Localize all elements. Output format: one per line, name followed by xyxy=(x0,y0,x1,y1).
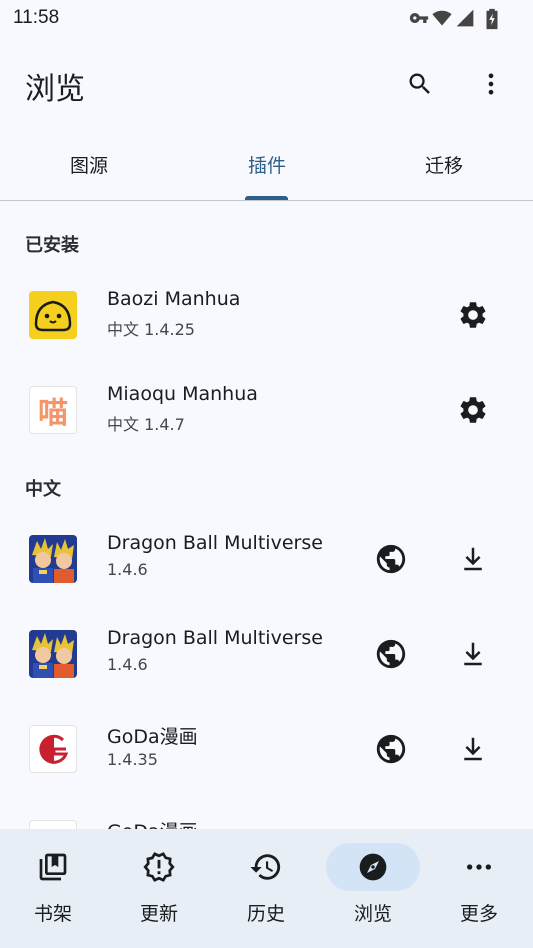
extension-name: Baozi Manhua xyxy=(107,288,241,310)
extension-name: GoDa漫画 xyxy=(107,726,198,748)
search-button[interactable] xyxy=(400,64,440,104)
goda-logo-icon xyxy=(29,725,77,773)
nav-browse[interactable]: 浏览 xyxy=(320,829,426,948)
download-icon xyxy=(464,737,482,761)
open-website-button[interactable] xyxy=(371,539,411,579)
section-header-installed: 已安装 xyxy=(25,235,79,256)
tab-sources[interactable]: 图源 xyxy=(0,128,178,200)
vpn-key-icon xyxy=(409,13,429,23)
miaoqu-logo-text: 喵 xyxy=(38,396,68,431)
dragon-ball-logo-icon xyxy=(29,630,77,678)
settings-icon xyxy=(460,302,486,328)
nav-indicator xyxy=(326,843,420,891)
wifi-icon xyxy=(432,10,452,26)
section-header-chinese: 中文 xyxy=(25,479,61,500)
battery-charging-icon xyxy=(486,8,498,30)
more-vert-icon xyxy=(488,73,494,95)
extension-name: Miaoqu Manhua xyxy=(107,383,258,405)
extension-row-dragon-ball-2[interactable]: Dragon Ball Multiverse 1.4.6 xyxy=(0,607,533,701)
top-app-bar: 浏览 xyxy=(0,36,533,128)
settings-icon xyxy=(460,397,486,423)
nav-indicator xyxy=(219,843,313,891)
tab-migrate[interactable]: 迁移 xyxy=(355,128,533,200)
nav-more[interactable]: 更多 xyxy=(426,829,532,948)
nav-label: 浏览 xyxy=(353,903,392,925)
tab-extensions[interactable]: 插件 xyxy=(178,128,356,200)
extension-row-goda-1[interactable]: GoDa漫画 1.4.35 xyxy=(0,702,533,796)
status-time: 11:58 xyxy=(13,7,60,28)
miaoqu-logo-icon: 喵 xyxy=(29,386,77,434)
extension-name: Dragon Ball Multiverse xyxy=(107,532,323,554)
explore-icon xyxy=(359,853,387,881)
extension-meta: 1.4.6 xyxy=(107,560,148,579)
globe-icon xyxy=(376,639,406,669)
nav-indicator xyxy=(432,843,526,891)
settings-button[interactable] xyxy=(453,390,493,430)
download-icon xyxy=(464,547,482,571)
nav-indicator xyxy=(112,843,206,891)
search-icon xyxy=(409,73,430,94)
nav-library[interactable]: 书架 xyxy=(0,829,106,948)
cell-signal-icon xyxy=(456,9,474,27)
extension-meta: 中文 1.4.25 xyxy=(107,320,195,339)
page-title: 浏览 xyxy=(25,72,85,107)
globe-icon xyxy=(376,544,406,574)
dragon-ball-logo-icon xyxy=(29,535,77,583)
download-button[interactable] xyxy=(453,729,493,769)
nav-history[interactable]: 历史 xyxy=(213,829,319,948)
nav-label: 更多 xyxy=(459,903,498,925)
nav-indicator xyxy=(6,843,100,891)
extension-meta: 中文 1.4.7 xyxy=(107,415,185,434)
extension-meta: 1.4.35 xyxy=(107,750,158,769)
download-button[interactable] xyxy=(453,539,493,579)
nav-label: 书架 xyxy=(33,903,72,925)
globe-icon xyxy=(376,734,406,764)
download-icon xyxy=(464,642,482,666)
download-button[interactable] xyxy=(453,634,493,674)
bottom-navigation: 书架 更新 历史 浏览 更多 xyxy=(0,829,533,948)
open-website-button[interactable] xyxy=(371,634,411,674)
library-icon xyxy=(39,853,67,881)
extension-meta: 1.4.6 xyxy=(107,655,148,674)
baozi-logo-icon xyxy=(29,291,77,339)
status-bar: 11:58 xyxy=(0,0,533,36)
extension-row-dragon-ball-1[interactable]: Dragon Ball Multiverse 1.4.6 xyxy=(0,512,533,606)
nav-label: 更新 xyxy=(139,903,178,925)
open-website-button[interactable] xyxy=(371,729,411,769)
more-horiz-icon xyxy=(467,864,491,870)
tab-row: 图源 插件 迁移 xyxy=(0,128,533,202)
more-options-button[interactable] xyxy=(471,64,511,104)
new-releases-icon xyxy=(143,852,175,882)
history-icon xyxy=(250,854,281,880)
extension-row-baozi[interactable]: Baozi Manhua 中文 1.4.25 xyxy=(0,268,533,362)
nav-label: 历史 xyxy=(246,903,285,925)
settings-button[interactable] xyxy=(453,295,493,335)
nav-updates[interactable]: 更新 xyxy=(106,829,212,948)
extension-row-miaoqu[interactable]: 喵 Miaoqu Manhua 中文 1.4.7 xyxy=(0,363,533,457)
extension-name: Dragon Ball Multiverse xyxy=(107,627,323,649)
tabs-divider xyxy=(0,200,533,201)
